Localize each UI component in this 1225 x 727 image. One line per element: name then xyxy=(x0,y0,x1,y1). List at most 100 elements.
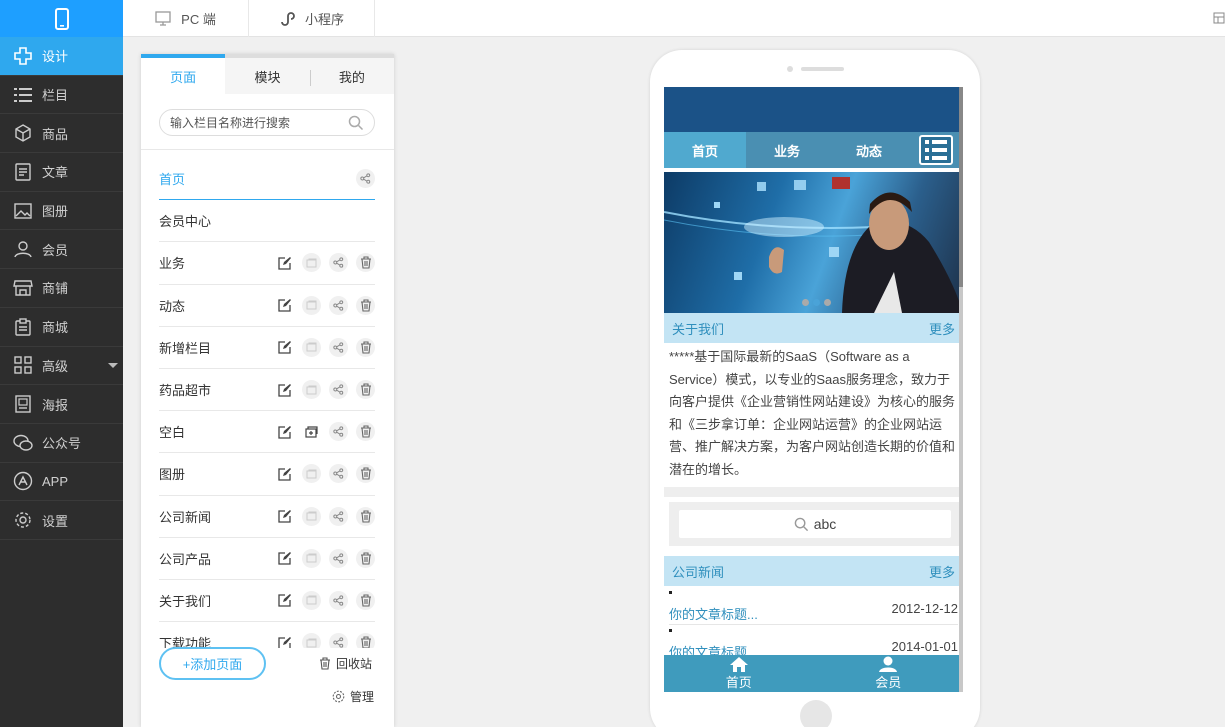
tab-mine[interactable]: 我的 xyxy=(309,58,394,94)
nav-item-products[interactable]: 商品 xyxy=(0,114,123,154)
nav-item-albums[interactable]: 图册 xyxy=(0,192,123,231)
edit-icon[interactable] xyxy=(275,591,294,610)
nav-item-members[interactable]: 会员 xyxy=(0,230,123,270)
list-item[interactable]: 业务 xyxy=(159,242,375,285)
list-item[interactable]: 关于我们 xyxy=(159,580,375,623)
edit-icon[interactable] xyxy=(275,507,294,526)
nav-item-shops[interactable]: 商铺 xyxy=(0,269,123,308)
nav-item-articles[interactable]: 文章 xyxy=(0,153,123,192)
copy-icon[interactable] xyxy=(302,422,321,441)
manage-button[interactable]: 管理 xyxy=(332,688,374,705)
copy-icon[interactable] xyxy=(302,380,321,400)
trash-icon[interactable] xyxy=(356,337,375,357)
section-divider xyxy=(664,487,963,497)
share-icon[interactable] xyxy=(329,633,348,648)
trash-icon[interactable] xyxy=(356,464,375,484)
share-icon[interactable] xyxy=(356,169,375,189)
nav-item-advanced[interactable]: 高级 xyxy=(0,347,123,386)
copy-icon[interactable] xyxy=(302,295,321,315)
share-icon[interactable] xyxy=(329,337,348,357)
edit-icon[interactable] xyxy=(275,253,294,272)
copy-icon[interactable] xyxy=(302,548,321,568)
scrollbar[interactable] xyxy=(959,87,963,692)
site-search-input[interactable]: abc xyxy=(679,510,951,538)
copy-icon[interactable] xyxy=(302,464,321,484)
banner-image[interactable] xyxy=(664,172,963,313)
share-icon[interactable] xyxy=(329,548,348,568)
site-nav-news[interactable]: 动态 xyxy=(828,132,910,168)
search-icon[interactable] xyxy=(348,115,364,134)
trash-icon[interactable] xyxy=(356,590,375,610)
nav-item-poster[interactable]: 海报 xyxy=(0,385,123,424)
scrollbar-thumb[interactable] xyxy=(959,87,963,287)
trash-icon[interactable] xyxy=(356,506,375,526)
share-icon[interactable] xyxy=(329,506,348,526)
edit-icon[interactable] xyxy=(275,380,294,399)
edit-icon[interactable] xyxy=(275,549,294,568)
trash-icon[interactable] xyxy=(356,633,375,648)
add-page-button[interactable]: +添加页面 xyxy=(159,647,266,680)
list-item[interactable]: 空白 xyxy=(159,411,375,454)
list-item[interactable]: 会员中心 xyxy=(159,200,375,243)
list-item[interactable]: 公司产品 xyxy=(159,538,375,580)
phone-home-button[interactable] xyxy=(800,700,832,727)
list-item[interactable]: 药品超市 xyxy=(159,369,375,412)
footer-home[interactable]: 首页 xyxy=(664,655,814,692)
nav-item-columns[interactable]: 栏目 xyxy=(0,76,123,115)
edit-icon[interactable] xyxy=(275,422,294,441)
nav-item-app[interactable]: APP xyxy=(0,463,123,502)
nav-item-design[interactable]: 设计 xyxy=(0,37,123,76)
share-icon[interactable] xyxy=(329,253,348,273)
nav-item-mall[interactable]: 商城 xyxy=(0,308,123,347)
bullet xyxy=(669,629,672,632)
share-icon[interactable] xyxy=(329,295,348,315)
trash-icon[interactable] xyxy=(356,548,375,568)
column-search-input[interactable]: 输入栏目名称进行搜索 xyxy=(159,109,375,136)
page-panel: 页面 模块 我的 输入栏目名称进行搜索 首页 会员中心 业务 动态 新增栏目 药… xyxy=(141,54,394,727)
carousel-dots[interactable] xyxy=(802,299,831,306)
share-icon[interactable] xyxy=(329,590,348,610)
list-item[interactable]: 下载功能 xyxy=(159,622,375,648)
list-item[interactable]: 新增栏目 xyxy=(159,327,375,369)
edit-icon[interactable] xyxy=(275,464,294,483)
trash-icon[interactable] xyxy=(356,253,375,273)
menu-icon[interactable] xyxy=(919,135,953,165)
miniprogram-icon xyxy=(279,11,295,27)
list-item[interactable]: 首页 xyxy=(159,158,375,201)
trash-icon[interactable] xyxy=(356,295,375,315)
table-row[interactable]: 你的文章标题... 2012-12-12 xyxy=(669,587,958,625)
nav-item-wechat[interactable]: 公众号 xyxy=(0,424,123,463)
recycle-bin-button[interactable]: 回收站 xyxy=(319,655,372,672)
mobile-mode-button[interactable] xyxy=(0,0,123,37)
edit-icon[interactable] xyxy=(275,338,294,357)
about-more-link[interactable]: 更多 xyxy=(929,319,955,338)
site-header[interactable] xyxy=(664,87,963,132)
footer-home-label: 首页 xyxy=(725,674,752,690)
nav-item-settings[interactable]: 设置 xyxy=(0,501,123,540)
edit-icon[interactable] xyxy=(275,296,294,315)
trash-icon[interactable] xyxy=(356,380,375,400)
copy-icon[interactable] xyxy=(302,590,321,610)
tab-pc[interactable]: PC 端 xyxy=(123,0,249,37)
share-icon[interactable] xyxy=(329,422,348,442)
news-item-title[interactable]: 你的文章标题... xyxy=(669,604,758,623)
site-nav-business[interactable]: 业务 xyxy=(746,132,828,168)
copy-icon[interactable] xyxy=(302,337,321,357)
layout-icon[interactable] xyxy=(1207,10,1225,26)
list-item[interactable]: 动态 xyxy=(159,285,375,327)
share-icon[interactable] xyxy=(329,464,348,484)
copy-icon[interactable] xyxy=(302,506,321,526)
footer-member[interactable]: 会员 xyxy=(814,655,964,692)
tab-pages[interactable]: 页面 xyxy=(141,54,226,94)
edit-icon[interactable] xyxy=(275,633,294,648)
copy-icon[interactable] xyxy=(302,253,321,273)
site-nav-home[interactable]: 首页 xyxy=(664,132,746,168)
list-item[interactable]: 公司新闻 xyxy=(159,496,375,538)
tab-modules[interactable]: 模块 xyxy=(225,58,309,94)
list-item[interactable]: 图册 xyxy=(159,453,375,496)
share-icon[interactable] xyxy=(329,380,348,400)
tab-miniprogram[interactable]: 小程序 xyxy=(249,0,375,37)
news-more-link[interactable]: 更多 xyxy=(929,562,955,581)
trash-icon[interactable] xyxy=(356,422,375,442)
copy-icon[interactable] xyxy=(302,633,321,648)
